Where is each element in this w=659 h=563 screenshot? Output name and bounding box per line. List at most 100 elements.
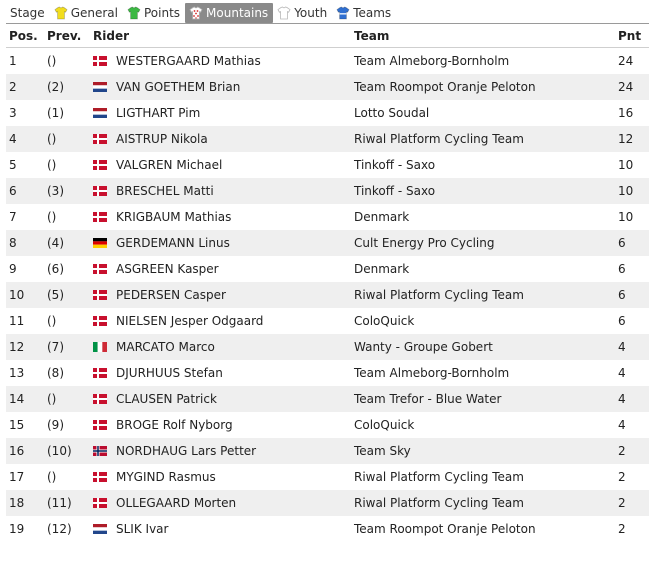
- tab-teams[interactable]: Teams: [332, 3, 396, 23]
- cell-prev: (2): [47, 80, 64, 94]
- cell-pos: 8: [9, 236, 17, 250]
- rider-link[interactable]: SLIK Ivar: [116, 522, 168, 536]
- rider-link[interactable]: NORDHAUG Lars Petter: [116, 444, 256, 458]
- team-link[interactable]: Denmark: [351, 210, 615, 224]
- team-link[interactable]: Tinkoff - Saxo: [351, 158, 615, 172]
- team-link[interactable]: Riwal Platform Cycling Team: [351, 496, 615, 510]
- cell-prev: (): [47, 54, 57, 68]
- cell-rider: ASGREEN Kasper: [90, 262, 351, 276]
- italy-flag-icon: [93, 342, 107, 352]
- table-row: 6 (3) BRESCHEL Matti Tinkoff - Saxo 10: [6, 178, 649, 204]
- rider-link[interactable]: MYGIND Rasmus: [116, 470, 216, 484]
- netherlands-flag-icon: [93, 82, 107, 92]
- denmark-flag-icon: [93, 394, 107, 404]
- rider-link[interactable]: CLAUSEN Patrick: [116, 392, 217, 406]
- cell-prev: (): [47, 392, 57, 406]
- cell-pos: 19: [9, 522, 25, 536]
- germany-flag-icon: [93, 238, 107, 248]
- cell-points: 24: [618, 54, 634, 68]
- tab-label: Youth: [294, 6, 328, 20]
- rider-link[interactable]: PEDERSEN Casper: [116, 288, 226, 302]
- team-link[interactable]: Team Roompot Oranje Peloton: [351, 522, 615, 536]
- table-row: 16 (10) NORDHAUG Lars Petter Team Sky 2: [6, 438, 649, 464]
- team-link[interactable]: Cult Energy Pro Cycling: [351, 236, 615, 250]
- cell-prev: (11): [47, 496, 72, 510]
- rider-link[interactable]: DJURHUUS Stefan: [116, 366, 223, 380]
- cell-rider: WESTERGAARD Mathias: [90, 54, 351, 68]
- cell-prev: (): [47, 132, 57, 146]
- team-link[interactable]: Wanty - Groupe Gobert: [351, 340, 615, 354]
- rider-link[interactable]: VALGREN Michael: [116, 158, 222, 172]
- green-jersey-icon: [127, 6, 141, 20]
- norway-flag-icon: [93, 446, 107, 456]
- cell-prev: (1): [47, 106, 64, 120]
- denmark-flag-icon: [93, 420, 107, 430]
- cell-rider: AISTRUP Nikola: [90, 132, 351, 146]
- table-row: 12 (7) MARCATO Marco Wanty - Groupe Gobert 4: [6, 334, 649, 360]
- cell-pos: 15: [9, 418, 25, 432]
- blue-jersey-icon: [336, 6, 350, 20]
- rider-link[interactable]: NIELSEN Jesper Odgaard: [116, 314, 263, 328]
- cell-prev: (10): [47, 444, 72, 458]
- cell-pos: 11: [9, 314, 25, 328]
- table-row: 9 (6) ASGREEN Kasper Denmark 6: [6, 256, 649, 282]
- yellow-jersey-icon: [54, 6, 68, 20]
- table-row: 19 (12) SLIK Ivar Team Roompot Oranje Pelot…: [6, 516, 649, 542]
- rider-link[interactable]: KRIGBAUM Mathias: [116, 210, 231, 224]
- team-link[interactable]: Denmark: [351, 262, 615, 276]
- header-pos[interactable]: Pos.: [6, 29, 44, 43]
- team-link[interactable]: Riwal Platform Cycling Team: [351, 288, 615, 302]
- cell-points: 10: [618, 184, 634, 198]
- team-link[interactable]: Team Trefor - Blue Water: [351, 392, 615, 406]
- team-link[interactable]: Tinkoff - Saxo: [351, 184, 615, 198]
- header-rider[interactable]: Rider: [90, 29, 351, 43]
- rider-link[interactable]: BRESCHEL Matti: [116, 184, 214, 198]
- rider-link[interactable]: WESTERGAARD Mathias: [116, 54, 261, 68]
- rider-link[interactable]: OLLEGAARD Morten: [116, 496, 236, 510]
- rider-link[interactable]: ASGREEN Kasper: [116, 262, 219, 276]
- rider-link[interactable]: GERDEMANN Linus: [116, 236, 230, 250]
- cell-points: 24: [618, 80, 634, 94]
- rider-link[interactable]: BROGE Rolf Nyborg: [116, 418, 233, 432]
- cell-prev: (6): [47, 262, 64, 276]
- table-row: 7 () KRIGBAUM Mathias Denmark 10: [6, 204, 649, 230]
- table-row: 8 (4) GERDEMANN Linus Cult Energy Pro Cycli…: [6, 230, 649, 256]
- cell-pos: 9: [9, 262, 17, 276]
- cell-rider: PEDERSEN Casper: [90, 288, 351, 302]
- header-prev[interactable]: Prev.: [44, 29, 90, 43]
- tab-points[interactable]: Points: [123, 3, 185, 23]
- tab-mountains[interactable]: Mountains: [185, 3, 274, 23]
- team-link[interactable]: Lotto Soudal: [351, 106, 615, 120]
- cell-pos: 6: [9, 184, 17, 198]
- header-team[interactable]: Team: [351, 29, 615, 43]
- table-row: 18 (11) OLLEGAARD Morten Riwal Platform Cyc…: [6, 490, 649, 516]
- tab-stage[interactable]: Stage: [6, 3, 50, 23]
- team-link[interactable]: ColoQuick: [351, 418, 615, 432]
- tab-general[interactable]: General: [50, 3, 123, 23]
- table-row: 13 (8) DJURHUUS Stefan Team Almeborg-Bornho…: [6, 360, 649, 386]
- cell-rider: BRESCHEL Matti: [90, 184, 351, 198]
- results-table: Pos. Prev. Rider Team Pnt 1 () WESTERGAARD…: [6, 23, 649, 542]
- rider-link[interactable]: MARCATO Marco: [116, 340, 215, 354]
- tab-youth[interactable]: Youth: [273, 3, 332, 23]
- cell-prev: (): [47, 470, 57, 484]
- team-link[interactable]: Team Almeborg-Bornholm: [351, 54, 615, 68]
- cell-rider: DJURHUUS Stefan: [90, 366, 351, 380]
- team-link[interactable]: Riwal Platform Cycling Team: [351, 470, 615, 484]
- team-link[interactable]: Team Roompot Oranje Peloton: [351, 80, 615, 94]
- tab-label: General: [70, 6, 118, 20]
- cell-points: 16: [618, 106, 634, 120]
- cell-rider: GERDEMANN Linus: [90, 236, 351, 250]
- rider-link[interactable]: LIGTHART Pim: [116, 106, 200, 120]
- header-pnt[interactable]: Pnt: [615, 29, 649, 43]
- team-link[interactable]: Team Sky: [351, 444, 615, 458]
- rider-link[interactable]: VAN GOETHEM Brian: [116, 80, 240, 94]
- cell-points: 6: [618, 314, 626, 328]
- team-link[interactable]: ColoQuick: [351, 314, 615, 328]
- rider-link[interactable]: AISTRUP Nikola: [116, 132, 208, 146]
- team-link[interactable]: Riwal Platform Cycling Team: [351, 132, 615, 146]
- denmark-flag-icon: [93, 212, 107, 222]
- denmark-flag-icon: [93, 368, 107, 378]
- cell-prev: (9): [47, 418, 64, 432]
- team-link[interactable]: Team Almeborg-Bornholm: [351, 366, 615, 380]
